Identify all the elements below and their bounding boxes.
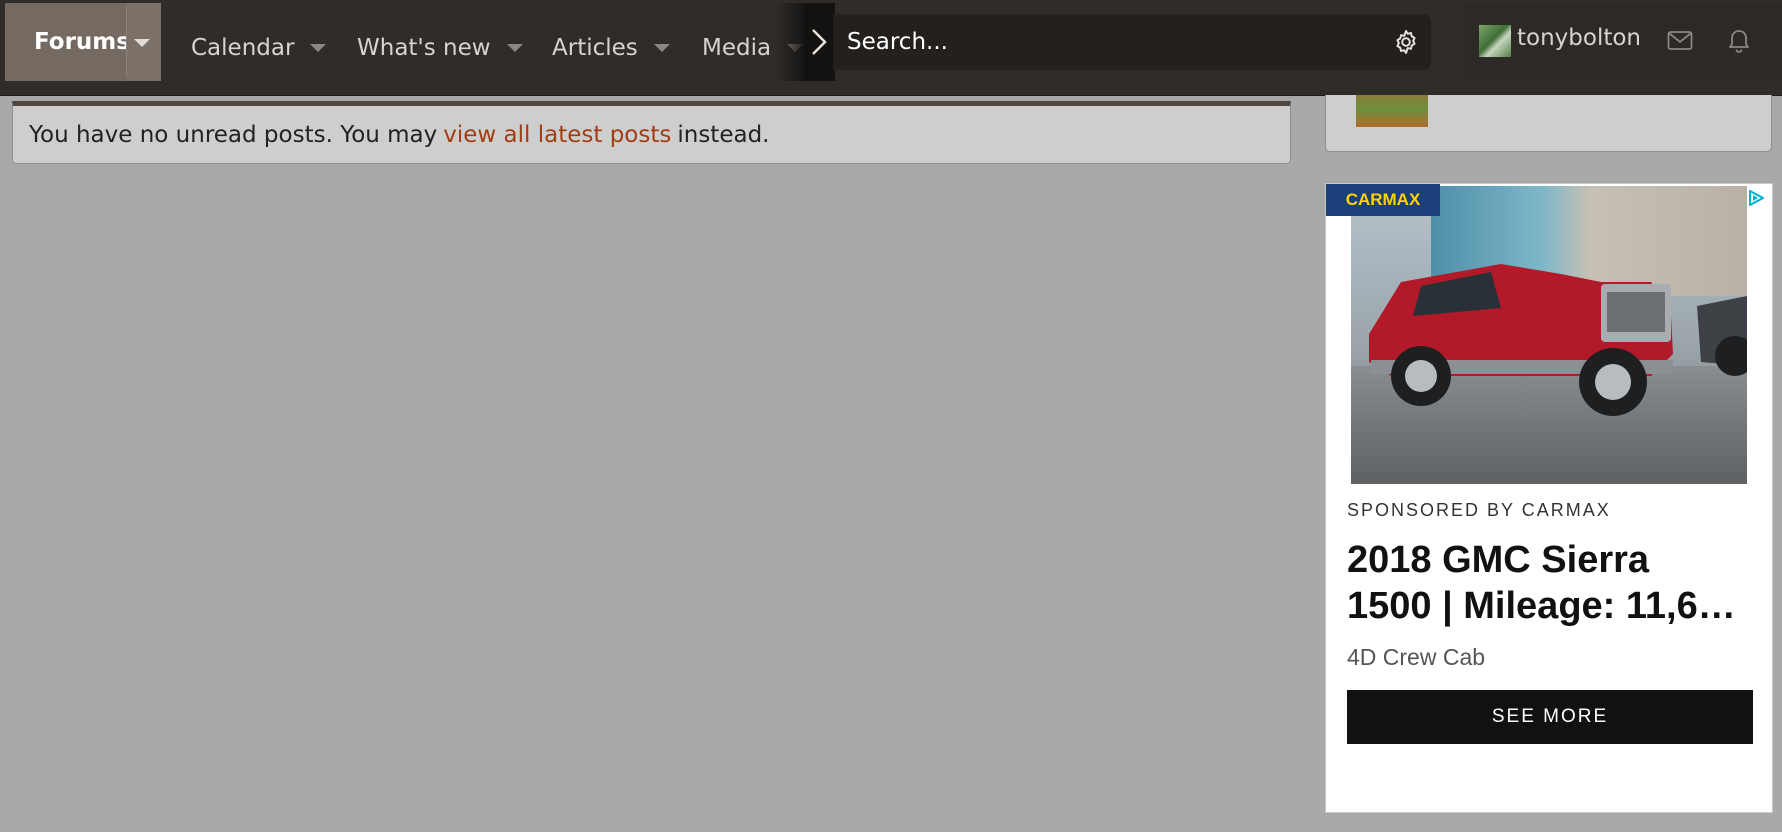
sponsored-ad[interactable]: CARMAX SPONSORED BY CARMAX 2018 GMC Sier…: [1325, 183, 1773, 813]
gear-icon[interactable]: [1393, 29, 1419, 55]
bell-icon[interactable]: [1727, 28, 1751, 54]
tab-forums[interactable]: Forums: [5, 3, 161, 81]
username-link[interactable]: tonybolton: [1517, 25, 1641, 51]
ad-choices-icon[interactable]: [1746, 188, 1766, 208]
avatar[interactable]: [1479, 25, 1511, 57]
ad-image[interactable]: [1351, 186, 1747, 484]
chevron-down-icon: [134, 39, 150, 47]
tab-articles-label: Articles: [552, 34, 638, 61]
user-menu: tonybolton: [1464, 3, 1782, 81]
tab-articles[interactable]: Articles: [552, 0, 670, 95]
tab-media-label: Media: [702, 34, 772, 61]
sidebar-widget: [1325, 95, 1772, 152]
see-more-button[interactable]: SEE MORE: [1347, 690, 1753, 744]
search-input[interactable]: [845, 21, 1369, 63]
ad-subtitle: 4D Crew Cab: [1347, 644, 1486, 670]
nav-scroll-right-button[interactable]: [804, 3, 834, 81]
tab-calendar[interactable]: Calendar: [191, 0, 327, 95]
tab-forums-label: Forums: [34, 29, 130, 55]
tab-whats-new[interactable]: What's new: [357, 0, 523, 95]
chevron-down-icon[interactable]: [653, 43, 670, 52]
tab-calendar-label: Calendar: [191, 34, 295, 61]
tab-divider: [126, 7, 127, 77]
notice-text-suffix: instead.: [677, 121, 770, 148]
truck-illustration: [1369, 264, 1747, 416]
mail-icon[interactable]: [1667, 30, 1693, 52]
carmax-logo[interactable]: CARMAX: [1326, 184, 1440, 216]
chevron-down-icon[interactable]: [506, 43, 523, 52]
ad-headline[interactable]: 2018 GMC Sierra 1500 | Mileage: 11,6…: [1347, 537, 1752, 629]
notice-text-prefix: You have no unread posts. You may: [29, 121, 438, 148]
top-navbar: Forums Calendar What's new Articles Medi…: [0, 0, 1782, 96]
chevron-right-icon: [812, 29, 827, 55]
chevron-down-icon[interactable]: [310, 43, 327, 52]
sidebar-thumbnail[interactable]: [1356, 95, 1428, 127]
search-box: [833, 14, 1431, 70]
view-latest-posts-link[interactable]: view all latest posts: [443, 122, 671, 148]
no-unread-notice: You have no unread posts. You may view a…: [12, 101, 1291, 164]
tab-whats-new-label: What's new: [357, 34, 491, 61]
ad-sponsor-label: SPONSORED BY CARMAX: [1347, 500, 1611, 520]
